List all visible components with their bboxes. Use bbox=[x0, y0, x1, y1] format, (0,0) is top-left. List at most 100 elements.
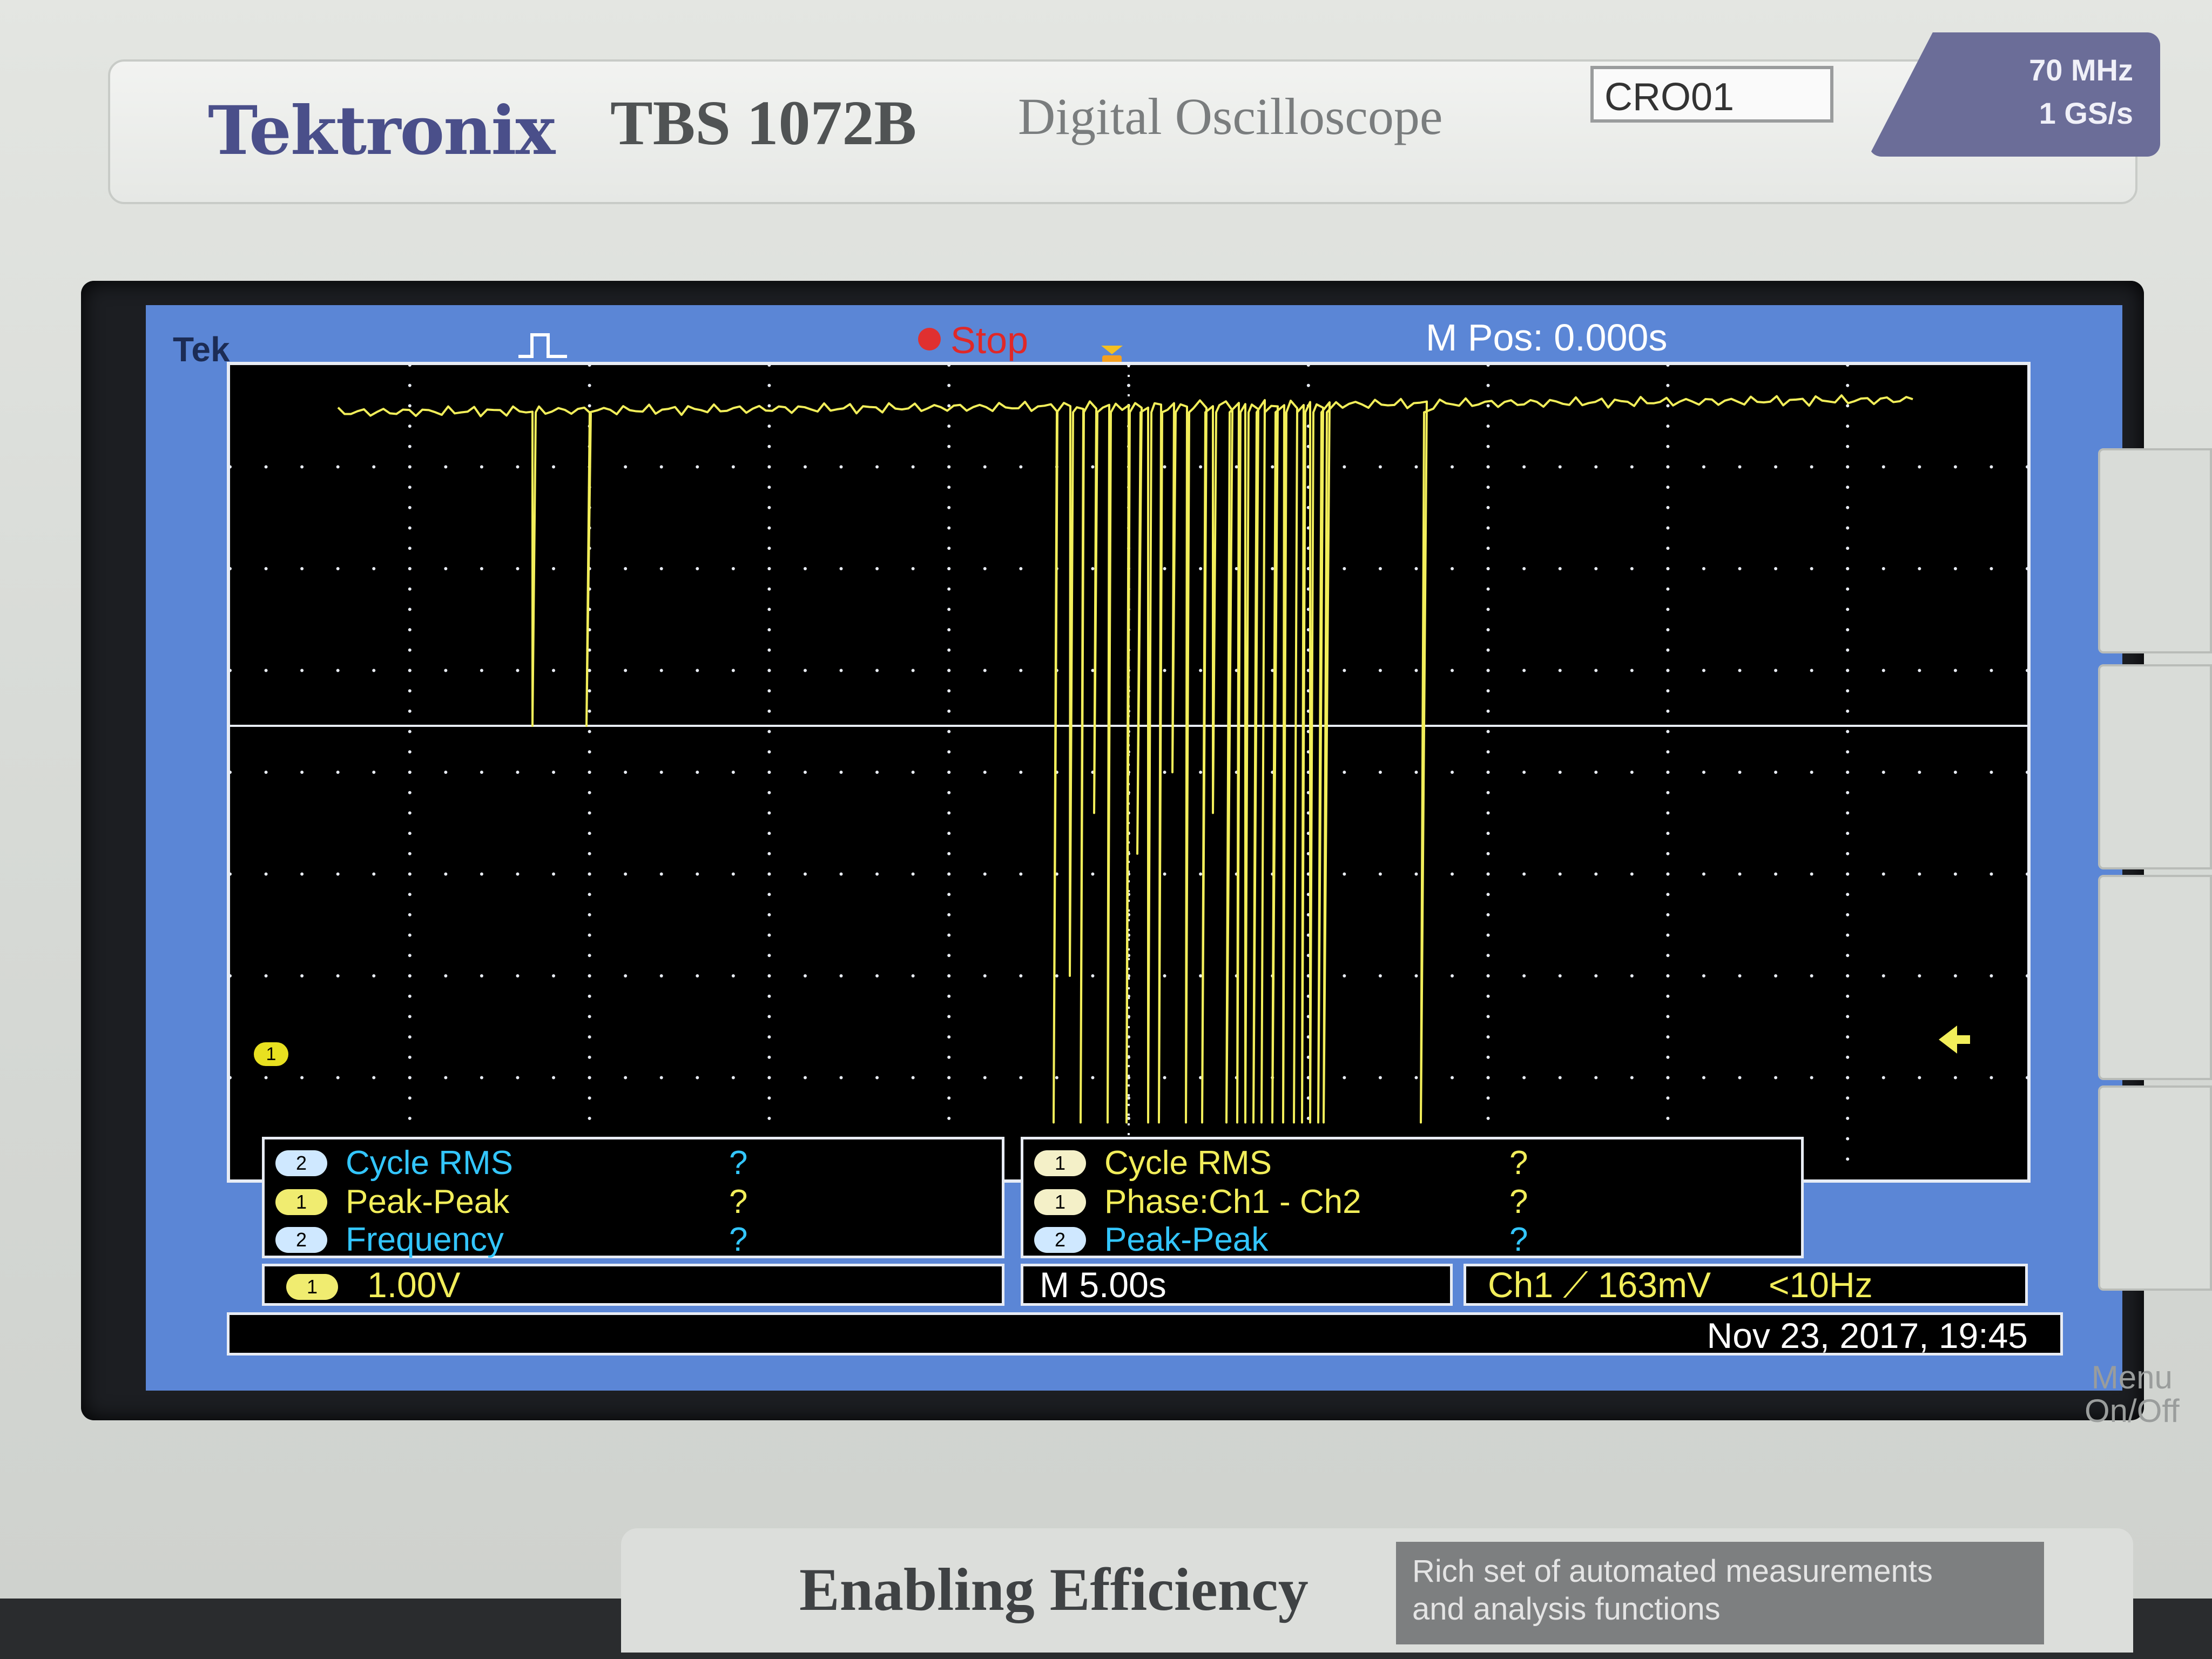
grid-dot bbox=[947, 791, 951, 794]
channel-badge: 2 bbox=[275, 1227, 327, 1253]
grid-dot bbox=[1486, 547, 1490, 550]
grid-dot bbox=[1522, 669, 1526, 672]
grid-dot bbox=[1666, 587, 1670, 591]
grid-dot bbox=[300, 669, 304, 672]
grid-dot bbox=[1846, 363, 1850, 367]
grid-dot bbox=[767, 750, 771, 754]
grid-dot bbox=[516, 465, 520, 469]
grid-dot bbox=[1199, 567, 1203, 570]
grid-dot bbox=[1486, 730, 1490, 733]
grid-dot bbox=[839, 771, 843, 774]
grid-dot bbox=[767, 628, 771, 632]
grid-dot bbox=[1953, 669, 1957, 672]
grid-dot bbox=[947, 669, 951, 672]
grid-dot bbox=[408, 791, 412, 794]
grid-dot bbox=[911, 669, 915, 672]
grid-dot bbox=[1846, 893, 1850, 896]
grid-dot bbox=[767, 730, 771, 733]
grid-dot bbox=[336, 1076, 340, 1080]
grid-dot bbox=[1810, 465, 1813, 469]
grid-dot bbox=[408, 485, 412, 489]
side-menu-button-3[interactable] bbox=[2098, 875, 2212, 1080]
grid-dot bbox=[911, 1076, 915, 1080]
grid-dot bbox=[911, 465, 915, 469]
grid-dot bbox=[1666, 852, 1670, 855]
grid-dot bbox=[1666, 994, 1670, 998]
grid-dot bbox=[1558, 1076, 1562, 1080]
grid-dot bbox=[1451, 465, 1454, 469]
asset-tag: CRO01 bbox=[1590, 66, 1833, 123]
grid-dot bbox=[588, 363, 591, 367]
grid-dot bbox=[1594, 872, 1598, 876]
grid-dot bbox=[2026, 1076, 2029, 1080]
side-menu-button-4[interactable] bbox=[2098, 1085, 2212, 1291]
grid-dot bbox=[228, 974, 232, 977]
grid-dot bbox=[696, 567, 699, 570]
grid-dot bbox=[1774, 872, 1778, 876]
grid-dot bbox=[408, 526, 412, 530]
grid-dot bbox=[1486, 363, 1490, 367]
grid-dot bbox=[1666, 485, 1670, 489]
grid-dot bbox=[696, 771, 699, 774]
grid-dot bbox=[1846, 872, 1850, 876]
measurement-value: ? bbox=[729, 1144, 748, 1182]
measurement-label: Cycle RMS bbox=[346, 1144, 514, 1182]
grid-dot bbox=[552, 1076, 556, 1080]
grid-dot bbox=[1163, 974, 1166, 977]
measurement-label: Cycle RMS bbox=[1104, 1144, 1272, 1182]
grid-dot bbox=[2026, 771, 2029, 774]
measurement-value: ? bbox=[1509, 1221, 1528, 1258]
grid-dot bbox=[1846, 852, 1850, 855]
grid-dot bbox=[228, 465, 232, 469]
grid-dot bbox=[1846, 771, 1850, 774]
channel-badge: 1 bbox=[1034, 1150, 1086, 1176]
grid-dot bbox=[767, 404, 771, 408]
grid-dot bbox=[1738, 974, 1742, 977]
grid-dot bbox=[1810, 872, 1813, 876]
grid-dot bbox=[588, 893, 591, 896]
grid-dot bbox=[731, 669, 735, 672]
grid-dot bbox=[1666, 444, 1670, 448]
grid-dot bbox=[408, 913, 412, 916]
grid-dot bbox=[444, 1076, 448, 1080]
grid-dot bbox=[588, 404, 591, 408]
grid-dot bbox=[1486, 913, 1490, 916]
side-menu-button-2[interactable] bbox=[2098, 664, 2212, 869]
grid-dot bbox=[1414, 567, 1418, 570]
grid-dot bbox=[659, 974, 663, 977]
grid-dot bbox=[1666, 1076, 1670, 1080]
side-menu-button-1[interactable] bbox=[2098, 448, 2212, 653]
grid-dot bbox=[1486, 1015, 1490, 1019]
grid-dot bbox=[1666, 791, 1670, 794]
grid-dot bbox=[336, 567, 340, 570]
trigger-level-marker-icon bbox=[1939, 1026, 1970, 1054]
grid-dot bbox=[1019, 669, 1023, 672]
grid-dot bbox=[911, 771, 915, 774]
grid-dot bbox=[1666, 404, 1670, 408]
grid-dot bbox=[659, 771, 663, 774]
grid-dot bbox=[264, 567, 268, 570]
grid-dot bbox=[1666, 933, 1670, 937]
grid-dot bbox=[947, 465, 951, 469]
menu-onoff-button[interactable]: Menu On/Off bbox=[2085, 1361, 2180, 1428]
grid-dot bbox=[1990, 669, 1993, 672]
channel-badge: 1 bbox=[1034, 1189, 1086, 1215]
grid-dot bbox=[336, 771, 340, 774]
grid-dot bbox=[1271, 465, 1274, 469]
grid-dot bbox=[1451, 1076, 1454, 1080]
trigger-box: Ch1 ⟋ 163mV <10Hz bbox=[1464, 1264, 2028, 1306]
grid-dot bbox=[875, 771, 879, 774]
grid-dot bbox=[1486, 954, 1490, 957]
ch1-waveform bbox=[337, 394, 1913, 1124]
grid-dot bbox=[731, 872, 735, 876]
grid-dot bbox=[1558, 872, 1562, 876]
grid-dot bbox=[1378, 567, 1382, 570]
grid-dot bbox=[1163, 872, 1166, 876]
grid-dot bbox=[1846, 1096, 1850, 1100]
grid-dot bbox=[408, 1055, 412, 1059]
measurement-value: ? bbox=[1509, 1144, 1528, 1182]
grid-dot bbox=[1990, 567, 1993, 570]
grid-dot bbox=[767, 689, 771, 693]
grid-dot bbox=[408, 771, 412, 774]
grid-dot bbox=[588, 791, 591, 794]
